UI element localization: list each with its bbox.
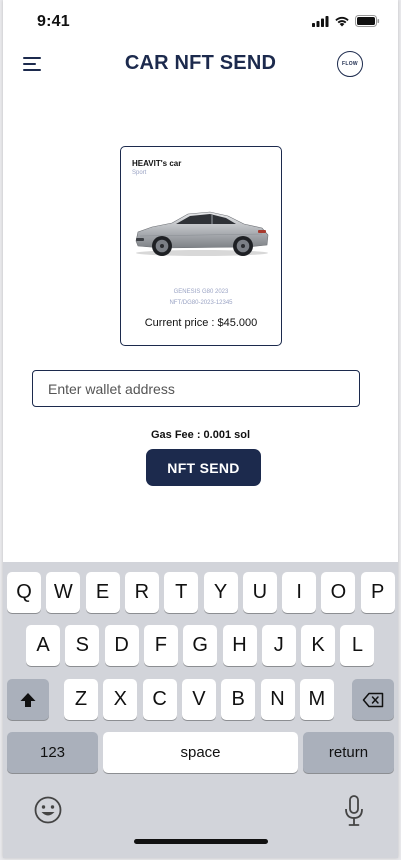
key-v[interactable]: V — [181, 679, 216, 720]
key-d[interactable]: D — [104, 625, 139, 666]
card-owner: HEAVIT's car — [132, 159, 182, 168]
key-h[interactable]: H — [222, 625, 257, 666]
backspace-key[interactable] — [352, 679, 394, 720]
key-w[interactable]: W — [46, 572, 81, 613]
key-m[interactable]: M — [299, 679, 334, 720]
key-r[interactable]: R — [124, 572, 159, 613]
card-category: Sport — [132, 170, 147, 176]
status-icons — [312, 15, 380, 27]
flow-logo[interactable]: FLOW — [337, 51, 363, 77]
key-o[interactable]: O — [321, 572, 356, 613]
key-g[interactable]: G — [183, 625, 218, 666]
key-u[interactable]: U — [242, 572, 277, 613]
phone-screen: 9:41 CAR NFT SEND FLOW HEAVIT's car Spor… — [3, 0, 398, 858]
shift-icon — [20, 692, 36, 707]
key-c[interactable]: C — [142, 679, 177, 720]
key-k[interactable]: K — [301, 625, 336, 666]
battery-icon — [355, 15, 380, 27]
card-model: GENESIS G80 2023 — [173, 289, 229, 295]
status-time: 9:41 — [37, 13, 70, 30]
home-indicator — [134, 839, 268, 844]
card-nft-id: NFT/DG80-2023-12345 — [169, 300, 233, 306]
key-j[interactable]: J — [261, 625, 296, 666]
key-e[interactable]: E — [85, 572, 120, 613]
key-z[interactable]: Z — [64, 679, 98, 720]
key-f[interactable]: F — [143, 625, 178, 666]
key-s[interactable]: S — [65, 625, 100, 666]
gas-fee-label: Gas Fee : 0.001 sol — [150, 429, 251, 441]
key-t[interactable]: T — [164, 572, 199, 613]
backspace-icon — [362, 692, 384, 707]
key-i[interactable]: I — [282, 572, 317, 613]
shift-key[interactable] — [7, 679, 49, 720]
wifi-icon — [335, 16, 349, 27]
numbers-key[interactable]: 123 — [7, 732, 98, 773]
key-n[interactable]: N — [260, 679, 295, 720]
key-x[interactable]: X — [103, 679, 138, 720]
nft-card: HEAVIT's car Sport GENESIS G80 2023 NFT/… — [120, 146, 282, 346]
keyboard: QWERTYUIOP ASDFGHJKL ZXCVBNM 123 space r… — [3, 562, 398, 858]
key-y[interactable]: Y — [203, 572, 238, 613]
key-q[interactable]: Q — [7, 572, 41, 613]
wallet-address-input[interactable] — [32, 370, 360, 407]
space-key[interactable]: space — [103, 732, 298, 773]
nft-send-button[interactable]: NFT SEND — [146, 449, 261, 486]
card-price: Current price : $45.000 — [144, 317, 258, 329]
car-image — [135, 211, 269, 256]
key-a[interactable]: A — [26, 625, 60, 666]
key-l[interactable]: L — [340, 625, 375, 666]
key-b[interactable]: B — [221, 679, 256, 720]
key-p[interactable]: P — [360, 572, 395, 613]
signal-icon — [312, 15, 329, 27]
emoji-icon[interactable] — [33, 795, 63, 825]
return-key[interactable]: return — [303, 732, 394, 773]
microphone-icon[interactable] — [344, 795, 364, 827]
